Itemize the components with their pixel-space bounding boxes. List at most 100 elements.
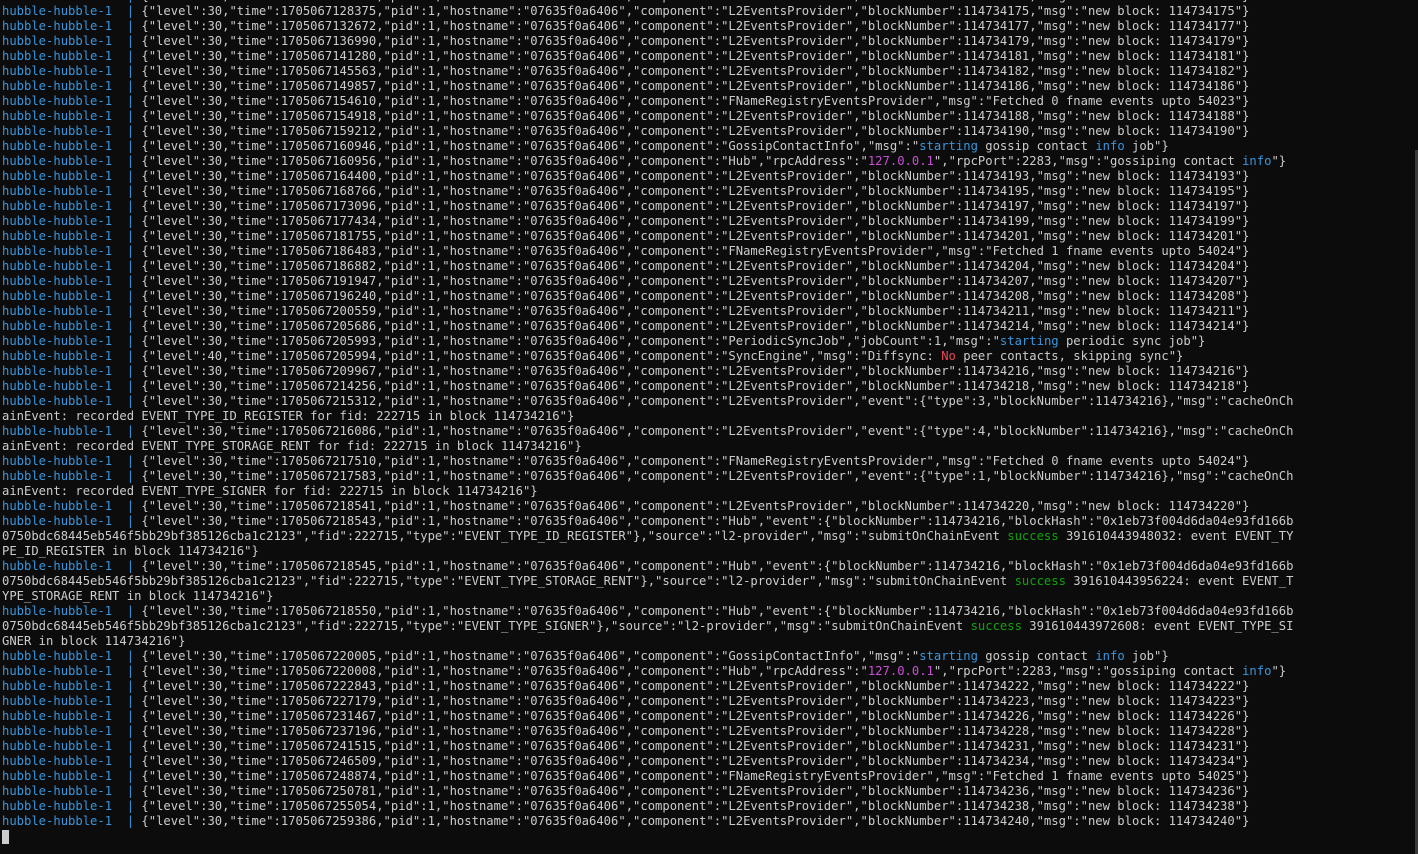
service-name: hubble-hubble-1 (2, 319, 113, 333)
service-name: hubble-hubble-1 (2, 259, 113, 273)
log-line: YPE_STORAGE_RENT in block 114734216"} (2, 589, 1412, 604)
service-name: hubble-hubble-1 (2, 784, 113, 798)
terminal-output[interactable]: hubble-hubble-1 | {"level":30,"time":170… (2, 0, 1412, 844)
line-separator: | (112, 169, 142, 183)
log-text: {"level":30,"time":1705067124000,"pid":1… (141, 0, 1249, 3)
log-line: ainEvent: recorded EVENT_TYPE_STORAGE_RE… (2, 439, 1412, 454)
log-text: info (1095, 649, 1125, 663)
log-line: hubble-hubble-1 | {"level":30,"time":170… (2, 229, 1412, 244)
log-line: hubble-hubble-1 | {"level":30,"time":170… (2, 109, 1412, 124)
log-text: starting (919, 139, 978, 153)
log-line: 0750bdc68445eb546f5bb29bf385126cba1c2123… (2, 529, 1412, 544)
log-text: gossip contact (977, 649, 1096, 663)
service-name: hubble-hubble-1 (2, 49, 113, 63)
service-name: hubble-hubble-1 (2, 604, 113, 618)
log-line: hubble-hubble-1 | {"level":30,"time":170… (2, 739, 1412, 754)
line-separator: | (112, 739, 142, 753)
log-text: {"level":40,"time":1705067205994,"pid":1… (141, 349, 942, 363)
prompt-line[interactable] (2, 829, 1412, 844)
line-separator: | (112, 0, 141, 3)
log-text: success (1007, 529, 1059, 543)
log-text: YPE_STORAGE_RENT in block 114734216"} (2, 589, 274, 603)
log-text: 0750bdc68445eb546f5bb29bf385126cba1c2123… (2, 619, 971, 633)
log-text: 391610443972608: event EVENT_TYPE_SI (1021, 619, 1294, 633)
log-text: 0750bdc68445eb546f5bb29bf385126cba1c2123… (2, 574, 1015, 588)
service-name: hubble-hubble-1 (2, 169, 113, 183)
log-text: {"level":30,"time":1705067205686,"pid":1… (141, 319, 1250, 333)
log-text: {"level":30,"time":1705067160956,"pid":1… (141, 154, 868, 168)
log-line: hubble-hubble-1 | {"level":30,"time":170… (2, 79, 1412, 94)
log-line: hubble-hubble-1 | {"level":30,"time":170… (2, 139, 1412, 154)
log-text: "} (1271, 154, 1287, 168)
log-text: starting (999, 334, 1059, 348)
log-line: hubble-hubble-1 | {"level":30,"time":170… (2, 319, 1412, 334)
log-text: job"} (1124, 649, 1169, 663)
line-separator: | (112, 259, 142, 273)
service-name: hubble-hubble-1 (2, 499, 113, 513)
log-text: PE_ID_REGISTER in block 114734216"} (2, 544, 259, 558)
log-text: {"level":30,"time":1705067181755,"pid":1… (141, 229, 1250, 243)
log-text: 391610443948032: event EVENT_TY (1058, 529, 1294, 543)
log-text: {"level":30,"time":1705067136990,"pid":1… (141, 34, 1250, 48)
scrollbar[interactable] (1414, 0, 1418, 854)
service-name: hubble-hubble-1 (2, 709, 113, 723)
service-name: hubble-hubble-1 (2, 754, 113, 768)
line-separator: | (112, 364, 142, 378)
log-text: {"level":30,"time":1705067132672,"pid":1… (141, 19, 1250, 33)
log-line: hubble-hubble-1 | {"level":30,"time":170… (2, 799, 1412, 814)
line-separator: | (112, 229, 142, 243)
log-line: hubble-hubble-1 | {"level":30,"time":170… (2, 469, 1412, 484)
log-line: hubble-hubble-1 | {"level":30,"time":170… (2, 784, 1412, 799)
log-line: hubble-hubble-1 | {"level":30,"time":170… (2, 379, 1412, 394)
service-name: hubble-hubble-1 (2, 244, 113, 258)
log-line: hubble-hubble-1 | {"level":30,"time":170… (2, 514, 1412, 529)
service-name: hubble-hubble-1 (2, 274, 113, 288)
service-name: hubble-hubble-1 (2, 94, 113, 108)
log-line: hubble-hubble-1 | {"level":30,"time":170… (2, 709, 1412, 724)
service-name: hubble-hubble-1 (2, 4, 113, 18)
line-separator: | (112, 49, 142, 63)
log-text: {"level":30,"time":1705067241515,"pid":1… (141, 739, 1250, 753)
line-separator: | (112, 214, 142, 228)
log-text: {"level":30,"time":1705067164400,"pid":1… (141, 169, 1250, 183)
log-text: success (970, 619, 1022, 633)
log-text: {"level":30,"time":1705067218541,"pid":1… (141, 499, 1250, 513)
service-name: hubble-hubble-1 (2, 289, 113, 303)
service-name: hubble-hubble-1 (2, 739, 113, 753)
line-separator: | (112, 709, 142, 723)
service-name: hubble-hubble-1 (2, 139, 113, 153)
log-text: {"level":30,"time":1705067196240,"pid":1… (141, 289, 1250, 303)
log-line: hubble-hubble-1 | {"level":30,"time":170… (2, 814, 1412, 829)
line-separator: | (112, 394, 142, 408)
line-separator: | (112, 124, 142, 138)
service-name: hubble-hubble-1 (2, 0, 112, 3)
log-line: hubble-hubble-1 | {"level":30,"time":170… (2, 4, 1412, 19)
log-line: 0750bdc68445eb546f5bb29bf385126cba1c2123… (2, 574, 1412, 589)
log-line: hubble-hubble-1 | {"level":30,"time":170… (2, 424, 1412, 439)
log-text: {"level":30,"time":1705067159212,"pid":1… (141, 124, 1250, 138)
service-name: hubble-hubble-1 (2, 769, 113, 783)
service-name: hubble-hubble-1 (2, 799, 113, 813)
log-text: No (941, 349, 956, 363)
log-line: hubble-hubble-1 | {"level":30,"time":170… (2, 754, 1412, 769)
line-separator: | (112, 514, 142, 528)
log-text: info (1095, 139, 1125, 153)
log-text: {"level":30,"time":1705067128375,"pid":1… (141, 4, 1250, 18)
log-line: hubble-hubble-1 | {"level":30,"time":170… (2, 169, 1412, 184)
log-text: 0750bdc68445eb546f5bb29bf385126cba1c2123… (2, 529, 1008, 543)
line-separator: | (112, 649, 142, 663)
log-text: job"} (1124, 139, 1169, 153)
log-line: hubble-hubble-1 | {"level":30,"time":170… (2, 499, 1412, 514)
service-name: hubble-hubble-1 (2, 199, 113, 213)
log-text: {"level":30,"time":1705067186882,"pid":1… (141, 259, 1250, 273)
service-name: hubble-hubble-1 (2, 679, 113, 693)
line-separator: | (112, 559, 142, 573)
service-name: hubble-hubble-1 (2, 559, 113, 573)
log-line: hubble-hubble-1 | {"level":40,"time":170… (2, 349, 1412, 364)
log-text: ainEvent: recorded EVENT_TYPE_ID_REGISTE… (2, 409, 575, 423)
log-line: hubble-hubble-1 | {"level":30,"time":170… (2, 769, 1412, 784)
log-line: hubble-hubble-1 | {"level":30,"time":170… (2, 94, 1412, 109)
line-separator: | (112, 724, 142, 738)
line-separator: | (112, 184, 142, 198)
service-name: hubble-hubble-1 (2, 724, 113, 738)
